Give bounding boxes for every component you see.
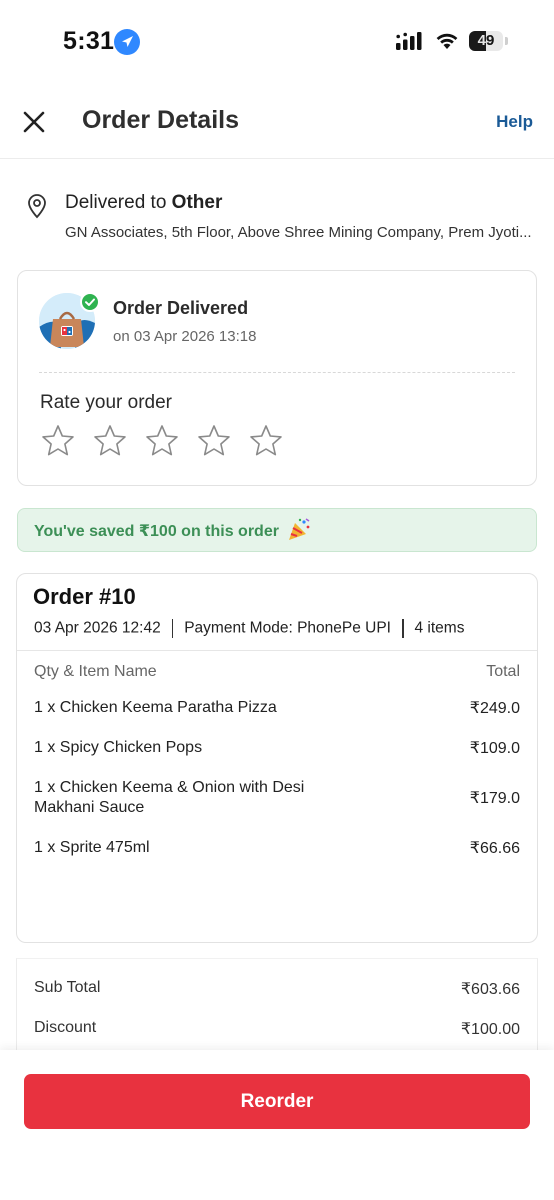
savings-text: You've saved ₹100 on this order xyxy=(34,523,279,540)
payment-mode: Payment Mode: PhonePe UPI xyxy=(184,619,391,637)
party-popper-icon xyxy=(286,517,312,548)
bill-summary-card: Sub Total ₹603.66 Discount ₹100.00 xyxy=(16,958,538,1059)
rating-star-3[interactable] xyxy=(144,423,180,459)
rating-star-2[interactable] xyxy=(92,423,128,459)
rating-star-4[interactable] xyxy=(196,423,232,459)
location-pin-icon xyxy=(26,193,48,224)
rate-order-label: Rate your order xyxy=(40,392,173,413)
order-meta: 03 Apr 2026 12:42 Payment Mode: PhonePe U… xyxy=(34,619,464,638)
summary-label: Sub Total xyxy=(34,979,101,996)
star-rating xyxy=(40,423,300,464)
order-date: 03 Apr 2026 12:42 xyxy=(34,619,161,637)
item-total: ₹109.0 xyxy=(469,740,520,757)
battery-icon: 49 xyxy=(469,31,503,51)
item-total: ₹179.0 xyxy=(469,790,520,807)
help-link[interactable]: Help xyxy=(496,112,533,132)
battery-percent: 49 xyxy=(477,32,495,49)
item-name: 1 x Sprite 475ml xyxy=(34,839,150,856)
cellular-signal-icon xyxy=(396,32,424,55)
wifi-icon xyxy=(434,30,460,55)
page-title: Order Details xyxy=(82,106,240,134)
delivery-status-title: Order Delivered xyxy=(113,298,249,318)
order-number: Order #10 xyxy=(33,584,136,609)
dashed-divider xyxy=(39,372,515,373)
battery-tip xyxy=(505,37,508,45)
rating-star-1[interactable] xyxy=(40,423,76,459)
close-button[interactable] xyxy=(20,108,48,136)
savings-banner: You've saved ₹100 on this order xyxy=(17,508,537,552)
item-name: 1 x Chicken Keema & Onion with Desi Makh… xyxy=(34,779,305,816)
item-name: 1 x Spicy Chicken Pops xyxy=(34,739,203,756)
delivered-check-icon xyxy=(80,292,100,312)
close-icon xyxy=(23,111,45,133)
item-total: ₹66.66 xyxy=(469,840,520,857)
reorder-button[interactable]: Reorder xyxy=(24,1074,530,1129)
app-header: Order Details Help xyxy=(0,84,554,159)
delivered-to-text: Delivered to xyxy=(65,192,172,213)
summary-label: Discount xyxy=(34,1019,97,1036)
item-name: 1 x Chicken Keema Paratha Pizza xyxy=(34,699,277,716)
delivery-date: on 03 Apr 2026 13:18 xyxy=(113,328,257,345)
address-type: Other xyxy=(171,192,223,213)
column-header-total: Total xyxy=(486,663,520,680)
divider xyxy=(17,650,537,651)
status-time: 5:31 xyxy=(63,27,115,55)
location-arrow-icon xyxy=(114,29,140,55)
delivery-address: GN Associates, 5th Floor, Above Shree Mi… xyxy=(65,224,532,241)
item-total: ₹249.0 xyxy=(469,700,520,717)
delivery-address-label: Delivered to Other xyxy=(65,192,222,214)
status-bar: 5:31 49 xyxy=(0,0,554,80)
column-header-item: Qty & Item Name xyxy=(34,663,157,680)
items-count: 4 items xyxy=(414,619,465,637)
meta-separator xyxy=(402,619,404,638)
bottom-action-bar: Reorder xyxy=(0,1050,554,1200)
summary-value: ₹100.00 xyxy=(460,1021,520,1038)
rating-star-5[interactable] xyxy=(248,423,284,459)
meta-separator xyxy=(171,619,174,638)
summary-value: ₹603.66 xyxy=(460,981,520,998)
order-details-card: Order #10 03 Apr 2026 12:42 Payment Mode:… xyxy=(16,573,538,943)
